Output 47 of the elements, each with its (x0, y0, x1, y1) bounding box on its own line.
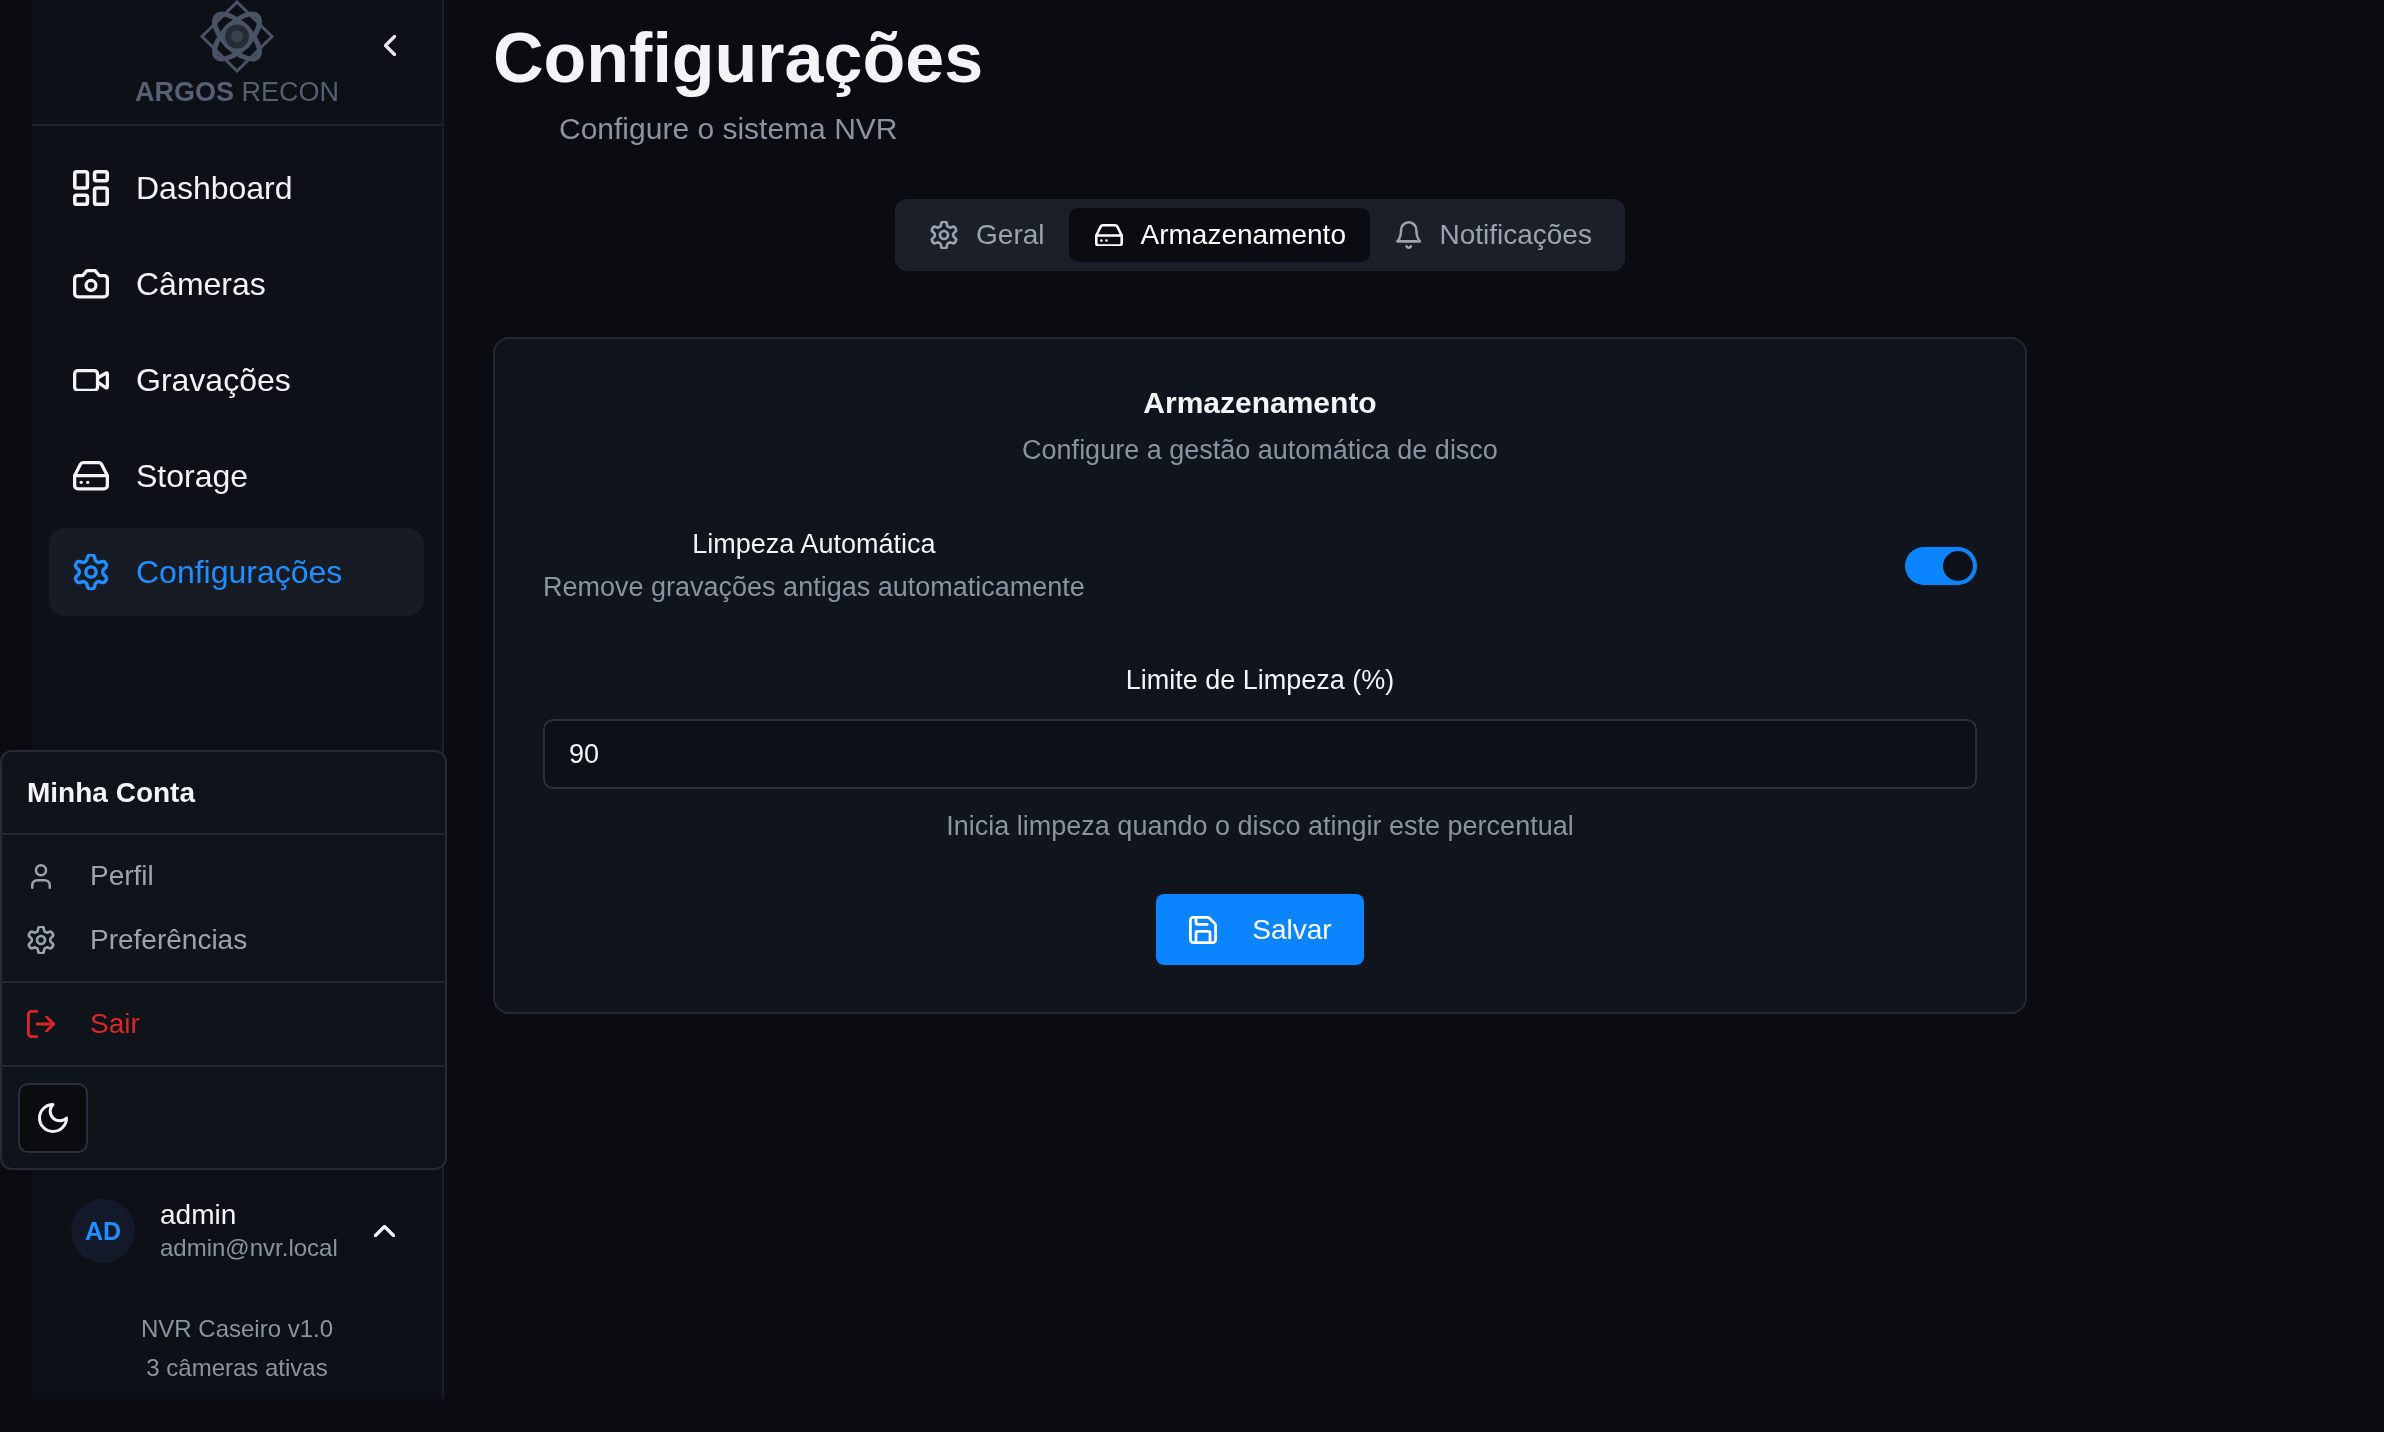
settings-icon (930, 221, 959, 249)
nav-item[interactable]: Configurações (49, 528, 424, 616)
tab[interactable]: Geral (904, 208, 1069, 262)
toggle-switch[interactable] (1905, 546, 1977, 585)
menu-item[interactable]: Perfil (2, 844, 445, 908)
hard-drive-icon (73, 461, 109, 491)
card-title: Armazenamento (1142, 385, 1378, 421)
nav-item[interactable]: Dashboard (49, 144, 424, 232)
menu-title: Minha Conta (2, 752, 445, 835)
bell-icon (1395, 221, 1422, 249)
hard-drive-icon (1094, 223, 1123, 247)
logo-text: ARGOS RECON (135, 77, 339, 107)
chevron-up-icon (374, 1225, 395, 1237)
logo-icon (199, 0, 275, 73)
input-field[interactable]: 90 (543, 719, 1977, 789)
setting-description: Remove gravações antigas automaticamente (543, 571, 1085, 604)
nav-item[interactable]: Câmeras (49, 240, 424, 328)
settings-icon (27, 926, 55, 954)
video-camera-icon (73, 368, 109, 392)
tab[interactable]: Armazenamento (1068, 208, 1370, 262)
field-label: Limite de Limpeza (%) (1124, 664, 1396, 697)
logout-icon (27, 1010, 55, 1038)
menu-item[interactable]: Preferências (2, 908, 445, 972)
collapse-button[interactable] (384, 35, 396, 56)
camera-icon (73, 269, 109, 299)
moon-icon (38, 1103, 68, 1133)
settings-icon (73, 554, 109, 590)
card-subtitle: Configure a gestão automática de disco (1021, 434, 1499, 467)
chevron-left-icon (384, 35, 396, 56)
setting-label: Limpeza Automática (692, 528, 936, 561)
grid-icon (73, 170, 109, 206)
save-button[interactable]: Salvar (1156, 894, 1364, 965)
page-subtitle: Configure o sistema NVR (559, 111, 899, 147)
status-text: 3 câmeras ativas (146, 1353, 328, 1383)
version-text: NVR Caseiro v1.0 (140, 1314, 334, 1344)
field-hint: Inicia limpeza quando o disco atingir este percentual (945, 810, 1575, 843)
user-email: admin@nvr.local (160, 1233, 338, 1263)
nav-item[interactable]: Gravações (49, 336, 424, 424)
tab[interactable]: Notificações (1369, 208, 1616, 262)
page-title: Configurações (493, 18, 985, 99)
nav-item[interactable]: Storage (49, 432, 424, 520)
theme-toggle-button[interactable] (18, 1083, 88, 1153)
expand-button[interactable] (374, 1225, 395, 1237)
avatar: AD (71, 1199, 135, 1263)
user-icon (31, 863, 51, 889)
user-name: admin (160, 1198, 238, 1232)
menu-item[interactable]: Sair (2, 992, 445, 1056)
